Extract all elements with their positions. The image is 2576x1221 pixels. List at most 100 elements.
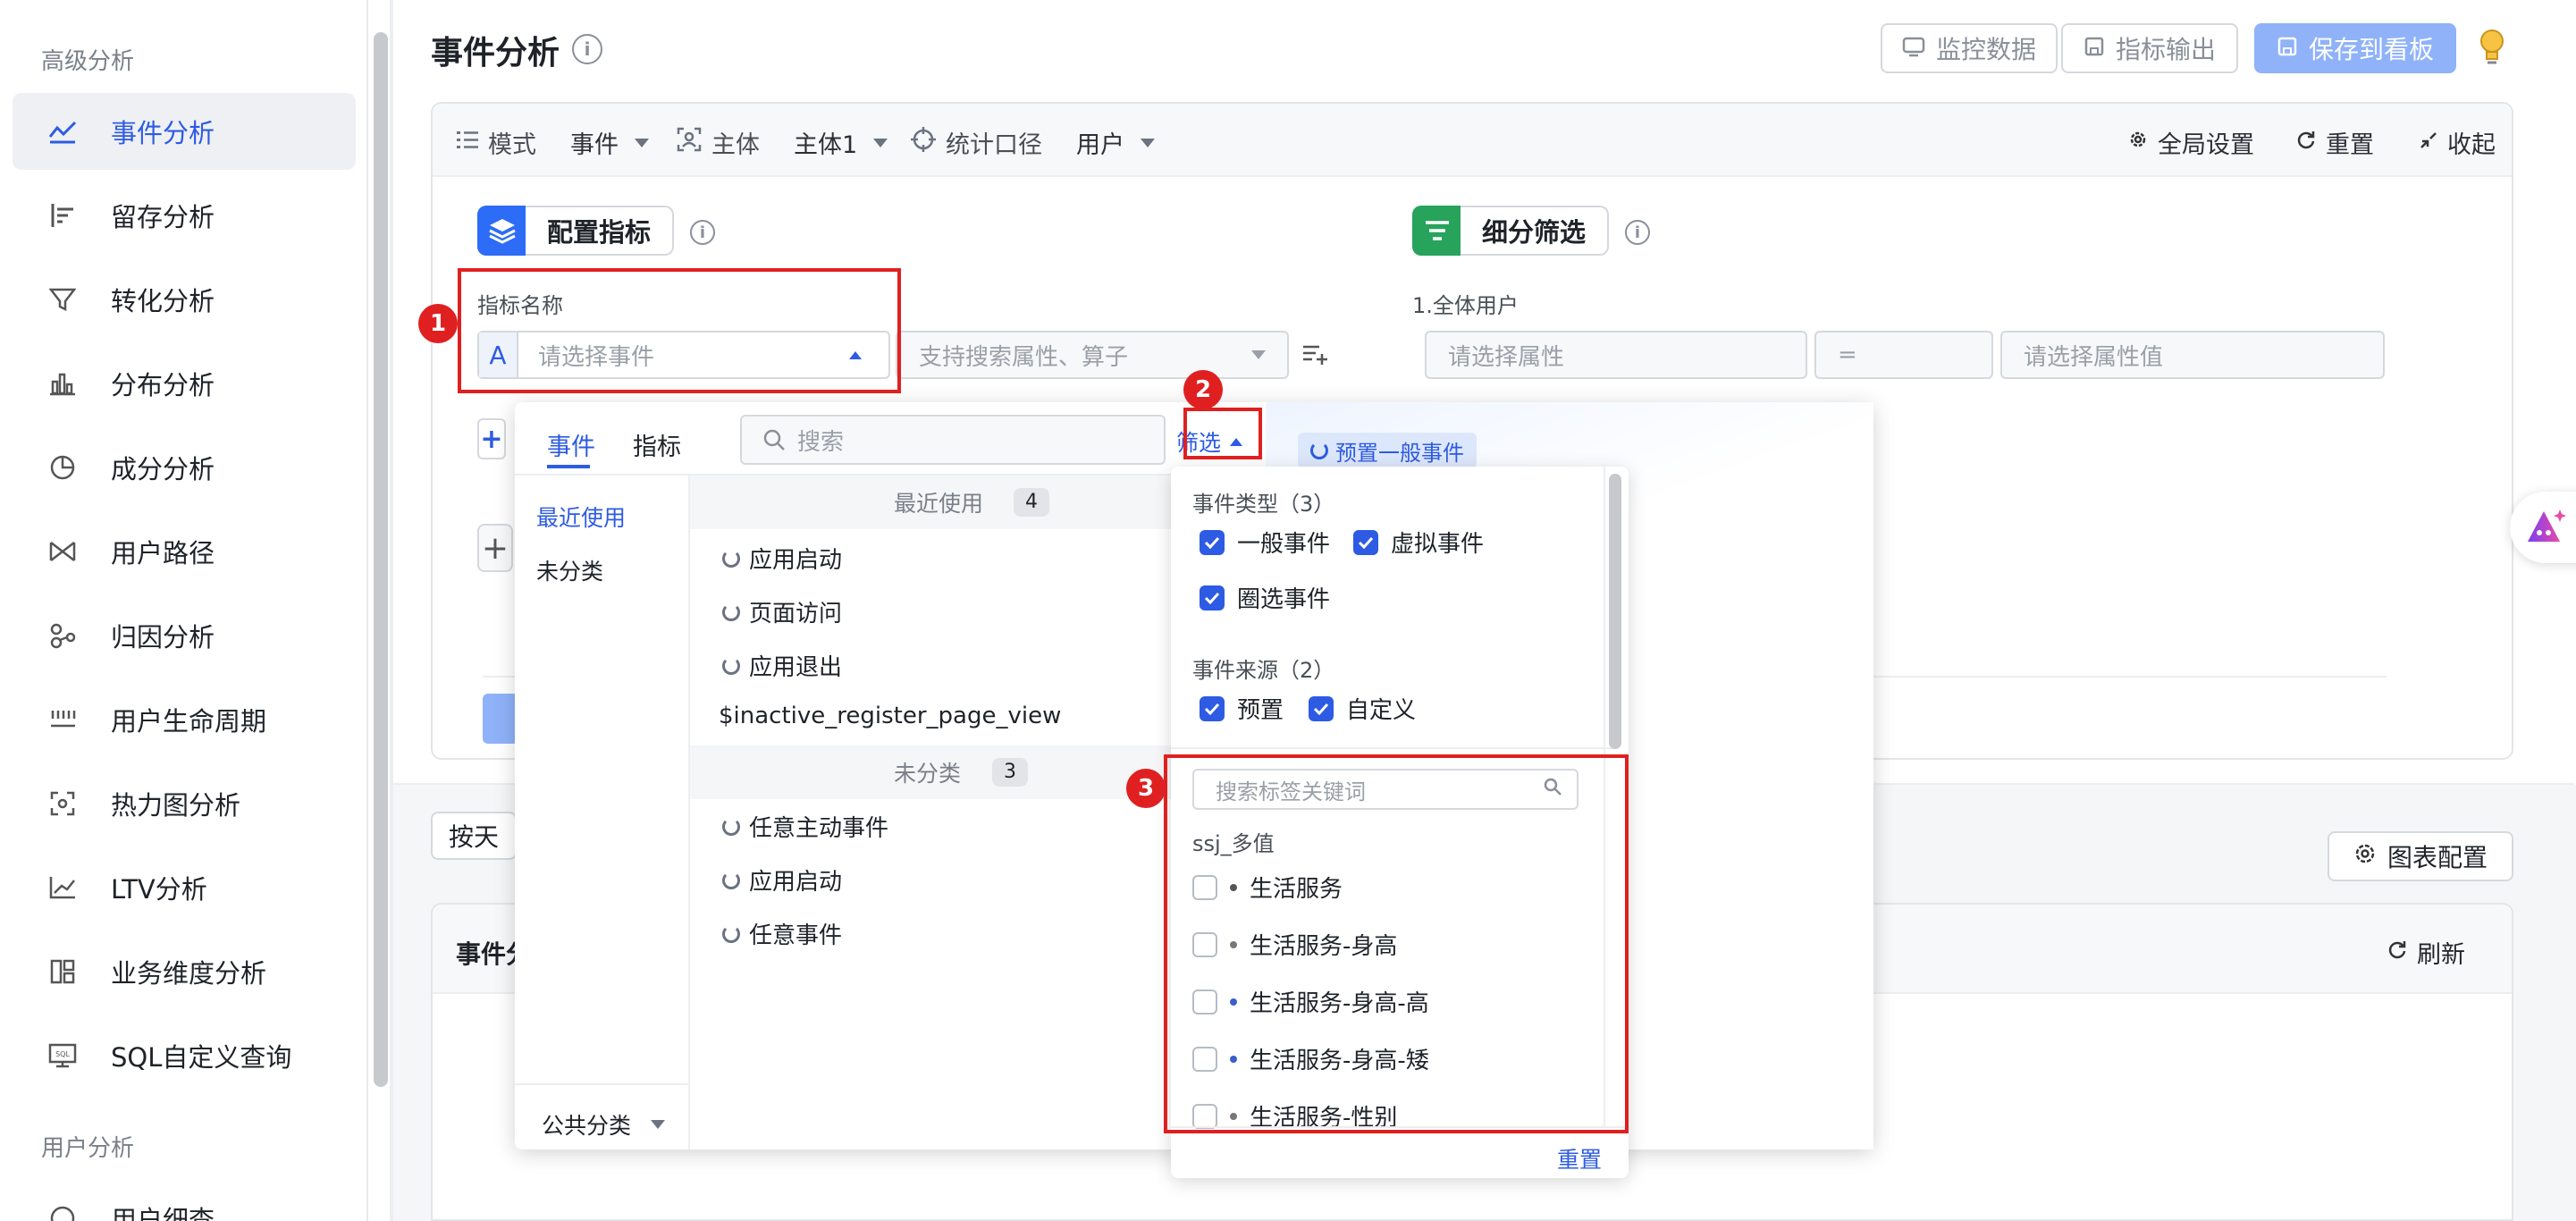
ai-assistant-button[interactable]: [2510, 492, 2576, 563]
breakdown-value-select[interactable]: 请选择属性值: [2000, 331, 2385, 379]
group-count: 4: [1014, 488, 1049, 517]
annotation-box-1: [458, 268, 901, 393]
checkbox-checked-icon: [1309, 695, 1334, 721]
reset-button[interactable]: 重置: [2295, 125, 2374, 160]
sidebar-item-composition[interactable]: 成分分析: [13, 429, 356, 506]
event-search-input[interactable]: 搜索: [740, 415, 1166, 465]
event-item[interactable]: 应用启动: [722, 542, 842, 575]
info-icon[interactable]: i: [572, 34, 602, 64]
sidebar-item-label: 用户路径: [111, 538, 215, 568]
layers-icon: [477, 206, 527, 256]
source-checkbox-preset[interactable]: 预置: [1200, 692, 1284, 725]
source-checkbox-custom[interactable]: 自定义: [1309, 692, 1416, 725]
granularity-select[interactable]: 按天: [431, 812, 517, 860]
sidebar-scrollbar[interactable]: [374, 32, 388, 1087]
type-checkbox-general[interactable]: 一般事件: [1200, 526, 1330, 559]
chart-config-button[interactable]: 图表配置: [2328, 831, 2513, 881]
sidebar-item-ltv[interactable]: LTV分析: [13, 849, 356, 926]
filter-list-icon: [1412, 206, 1462, 256]
chevron-down-icon: [1141, 138, 1155, 147]
add-metric-button[interactable]: +: [477, 418, 506, 459]
tab-active-indicator: [547, 465, 590, 468]
info-icon[interactable]: i: [1625, 220, 1650, 245]
public-category-select[interactable]: 公共分类: [542, 1108, 666, 1141]
breakdown-attr-select[interactable]: 请选择属性: [1425, 331, 1807, 379]
crosshair-icon: [910, 126, 937, 159]
sidebar-item-label: 成分分析: [111, 454, 215, 484]
event-item[interactable]: 任意主动事件: [722, 810, 888, 843]
sidebar-item-retention[interactable]: 留存分析: [13, 177, 356, 254]
sidebar-item-label: 归因分析: [111, 622, 215, 653]
sidebar-item-heatmap[interactable]: 热力图分析: [13, 765, 356, 842]
category-uncategorized[interactable]: 未分类: [536, 554, 603, 586]
funnel-icon: [45, 282, 80, 317]
chevron-down-icon: [1251, 350, 1266, 359]
annotation-box-2: [1183, 408, 1262, 459]
checkbox-checked-icon: [1200, 695, 1225, 721]
sidebar-item-label: 分布分析: [111, 370, 215, 400]
sidebar-item-label: 用户生命周期: [111, 706, 267, 737]
filter-scrollbar[interactable]: [1609, 474, 1621, 749]
filter-reset-button[interactable]: 重置: [1557, 1142, 1602, 1175]
event-item[interactable]: 应用退出: [722, 649, 842, 682]
page-title: 事件分析: [431, 35, 560, 72]
path-icon: [45, 534, 80, 569]
mode-selector[interactable]: 模式 事件: [456, 125, 649, 160]
subject-selector[interactable]: 主体 主体1: [676, 125, 888, 160]
query-button[interactable]: [483, 694, 518, 744]
info-icon[interactable]: i: [690, 220, 715, 245]
annotation-marker-2: 2: [1183, 370, 1223, 409]
heatmap-icon: [45, 786, 80, 821]
sidebar-item-distribution[interactable]: 分布分析: [13, 345, 356, 422]
preset-event-tag: 预置一般事件: [1298, 433, 1477, 468]
global-settings-button[interactable]: 全局设置: [2127, 125, 2254, 160]
composition-icon: [45, 450, 80, 485]
svg-text:SQL: SQL: [55, 1050, 70, 1058]
save-to-dashboard-button[interactable]: 保存到看板: [2254, 23, 2456, 73]
ai-sparkle-icon: [2524, 506, 2567, 549]
sidebar-item-attribution[interactable]: 归因分析: [13, 597, 356, 674]
category-recent[interactable]: 最近使用: [536, 501, 626, 533]
category-list: 最近使用 未分类 公共分类: [515, 474, 690, 1149]
event-item[interactable]: 页面访问: [722, 595, 842, 628]
group-uncategorized-header: 未分类 3: [690, 745, 1191, 799]
chevron-down-icon: [873, 138, 888, 147]
annotation-marker-3: 3: [1126, 769, 1166, 808]
type-checkbox-virtual[interactable]: 虚拟事件: [1353, 526, 1484, 559]
sidebar-item-path[interactable]: 用户路径: [13, 513, 356, 590]
monitor-button[interactable]: 监控数据: [1881, 23, 2058, 73]
attribution-icon: [45, 618, 80, 653]
event-item[interactable]: 任意事件: [722, 917, 842, 950]
monitor-icon: [1902, 34, 1925, 63]
sidebar-item-conversion[interactable]: 转化分析: [13, 261, 356, 338]
sidebar-item-label: 用户细查: [111, 1205, 215, 1221]
sidebar-item-label: LTV分析: [111, 874, 207, 905]
collapse-button[interactable]: 收起: [2419, 125, 2496, 160]
sidebar-item-lifecycle[interactable]: 用户生命周期: [13, 681, 356, 758]
attribute-operator-select[interactable]: 支持搜索属性、算子: [896, 331, 1289, 379]
sidebar-item-sql[interactable]: SQL SQL自定义查询: [13, 1017, 356, 1094]
save-disk-icon: [2277, 34, 2298, 63]
sql-icon: SQL: [45, 1038, 80, 1074]
breakdown-operator[interactable]: =: [1814, 331, 1993, 379]
user-group-label: 1.全体用户: [1412, 293, 1519, 318]
event-icon: [722, 871, 740, 889]
add-group-button[interactable]: +: [477, 524, 513, 572]
distribution-icon: [45, 366, 80, 401]
scope-selector[interactable]: 统计口径 用户: [910, 125, 1155, 160]
sidebar-item-dimension[interactable]: 业务维度分析: [13, 933, 356, 1010]
tab-metrics[interactable]: 指标: [633, 427, 681, 462]
event-item[interactable]: 应用启动: [722, 863, 842, 897]
event-item[interactable]: $inactive_register_page_view: [719, 703, 1061, 729]
tab-events[interactable]: 事件: [547, 427, 595, 462]
search-icon: [762, 427, 787, 459]
add-filter-icon[interactable]: [1301, 340, 1328, 370]
sidebar-item-user-detail[interactable]: 用户细查: [13, 1180, 356, 1221]
lightbulb-icon[interactable]: [2478, 27, 2506, 70]
event-analysis-icon: [45, 114, 80, 149]
sidebar-item-event-analysis[interactable]: 事件分析: [13, 93, 356, 170]
export-button[interactable]: 指标输出: [2061, 23, 2238, 73]
type-checkbox-circled[interactable]: 圈选事件: [1200, 581, 1330, 614]
refresh-button[interactable]: 刷新: [2387, 935, 2465, 970]
sidebar-item-label: 留存分析: [111, 202, 215, 232]
